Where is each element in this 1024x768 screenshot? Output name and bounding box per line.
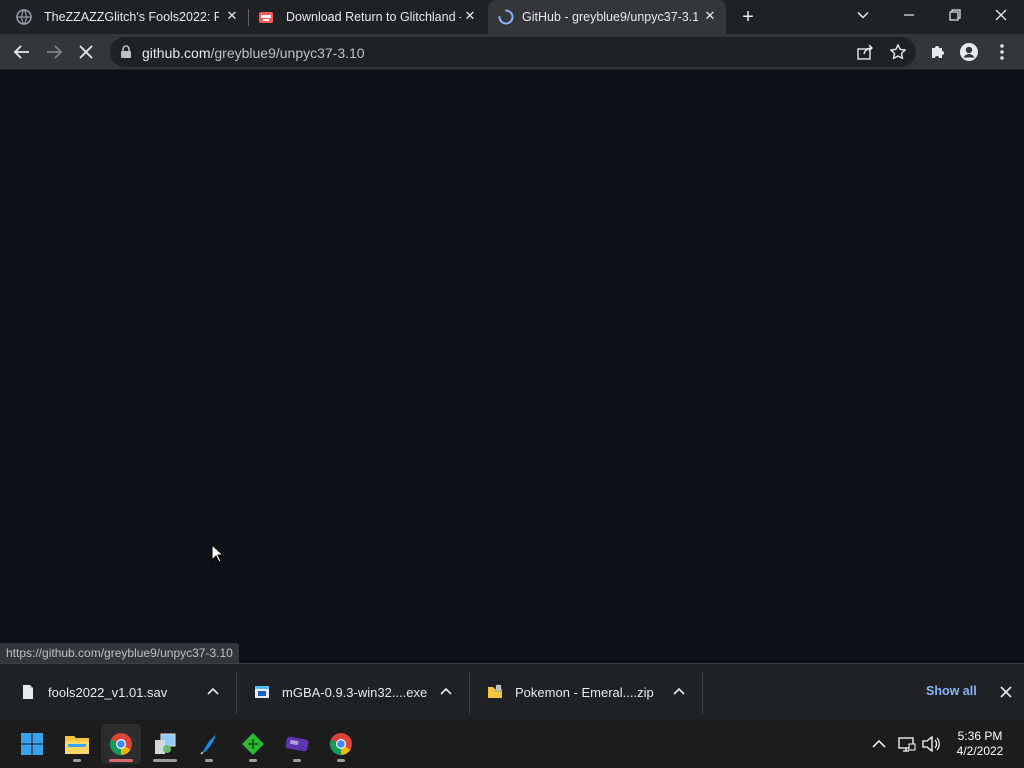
minimize-icon: [904, 14, 914, 16]
tab-title: TheZZAZZGlitch's Fools2022: Ret: [44, 10, 219, 24]
globe-icon: [16, 9, 32, 25]
file-icon: [23, 685, 33, 699]
tab-close-icon[interactable]: ✕: [462, 8, 478, 24]
tab-close-icon[interactable]: ✕: [702, 8, 718, 24]
extensions-puzzle-icon[interactable]: [928, 42, 948, 62]
download-filename: mGBA-0.9.3-win32....exe: [282, 685, 428, 700]
url-path: /greyblue9/unpyc37-3.10: [210, 45, 365, 61]
mouse-cursor-icon: [211, 544, 223, 563]
loading-spinner-icon: [498, 9, 514, 25]
taskbar-purple-app[interactable]: [277, 724, 317, 764]
taskbar-file-explorer[interactable]: [57, 724, 97, 764]
running-indicator: [153, 759, 177, 762]
tab-fools2022[interactable]: TheZZAZZGlitch's Fools2022: Ret ✕: [8, 0, 246, 34]
network-icon[interactable]: [897, 734, 917, 754]
close-window-button[interactable]: [978, 0, 1024, 30]
show-all-downloads-link[interactable]: Show all: [926, 684, 977, 698]
lock-icon[interactable]: [120, 45, 132, 59]
url-text[interactable]: github.com/greyblue9/unpyc37-3.10: [142, 45, 365, 61]
new-tab-button[interactable]: +: [737, 6, 759, 28]
pen-app-icon: [200, 735, 216, 755]
tab-title: GitHub - greyblue9/unpyc37-3.10: [522, 10, 698, 24]
active-indicator: [109, 759, 133, 762]
arrow-left-icon: [13, 45, 29, 59]
close-icon[interactable]: [998, 684, 1014, 700]
download-item[interactable]: mGBA-0.9.3-win32....exe: [234, 672, 470, 712]
address-bar[interactable]: github.com/greyblue9/unpyc37-3.10: [110, 37, 916, 67]
close-icon: [995, 9, 1007, 21]
download-shelf: fools2022_v1.01.sav mGBA-0.9.3-win32....…: [0, 663, 1024, 720]
close-icon: [79, 45, 93, 59]
taskbar-pen-app[interactable]: [189, 724, 229, 764]
running-indicator: [205, 759, 213, 762]
windows-taskbar: 5:36 PM 4/2/2022: [0, 720, 1024, 768]
running-indicator: [249, 759, 257, 762]
running-indicator: [337, 759, 345, 762]
clock-date: 4/2/2022: [956, 744, 1004, 758]
tab-github-unpyc[interactable]: GitHub - greyblue9/unpyc37-3.10 ✕: [488, 0, 726, 34]
download-divider: [702, 672, 703, 714]
taskbar-control-panel[interactable]: [145, 724, 185, 764]
share-icon[interactable]: [856, 43, 874, 61]
chevron-up-icon[interactable]: [438, 684, 454, 700]
purple-app-icon: [285, 736, 309, 752]
taskbar-chrome[interactable]: [101, 724, 141, 764]
forward-button[interactable]: [41, 39, 67, 65]
taskbar-green-app[interactable]: [233, 724, 273, 764]
system-clock[interactable]: 5:36 PM 4/2/2022: [948, 729, 1012, 759]
file-explorer-icon: [65, 736, 89, 754]
browser-toolbar: github.com/greyblue9/unpyc37-3.10: [0, 34, 1024, 70]
tab-divider: [248, 9, 249, 26]
chevron-up-icon[interactable]: [869, 734, 889, 754]
status-bubble-url: https://github.com/greyblue9/unpyc37-3.1…: [0, 643, 239, 663]
chevron-down-icon: [857, 11, 869, 19]
tab-close-icon[interactable]: ✕: [224, 8, 240, 24]
back-button[interactable]: [9, 39, 35, 65]
download-item[interactable]: Pokemon - Emeral....zip: [467, 672, 703, 712]
minimize-button[interactable]: [886, 0, 932, 30]
profile-avatar-icon[interactable]: [959, 42, 979, 62]
installer-icon: [255, 686, 269, 698]
download-item[interactable]: fools2022_v1.01.sav: [0, 672, 236, 712]
chrome-icon: [110, 733, 132, 755]
start-button[interactable]: [12, 724, 52, 764]
restore-icon: [949, 9, 961, 21]
running-indicator: [293, 759, 301, 762]
tab-title: Download Return to Glitchland -: [286, 10, 461, 24]
chevron-up-icon[interactable]: [205, 684, 221, 700]
page-content[interactable]: [0, 71, 1024, 663]
chrome-icon: [330, 733, 352, 755]
itch-io-icon: [259, 12, 273, 23]
download-filename: Pokemon - Emeral....zip: [515, 685, 654, 700]
tab-search-button[interactable]: [840, 0, 886, 30]
running-indicator: [73, 759, 81, 762]
zip-folder-icon: [488, 684, 502, 698]
windows-start-icon: [21, 733, 43, 755]
volume-icon[interactable]: [921, 734, 941, 754]
stop-loading-button[interactable]: [73, 39, 99, 65]
tab-return-to-glitchland[interactable]: Download Return to Glitchland - ✕: [250, 0, 486, 34]
restore-button[interactable]: [932, 0, 978, 30]
url-host: github.com: [142, 45, 211, 61]
chevron-up-icon[interactable]: [671, 684, 687, 700]
taskbar-chrome-2[interactable]: [321, 724, 361, 764]
download-filename: fools2022_v1.01.sav: [48, 685, 168, 700]
bookmark-star-icon[interactable]: [889, 43, 907, 61]
green-diamond-app-icon: [242, 733, 264, 755]
clock-time: 5:36 PM: [957, 729, 1003, 743]
arrow-right-icon: [47, 45, 63, 59]
more-menu-icon[interactable]: [992, 42, 1012, 62]
tab-strip: TheZZAZZGlitch's Fools2022: Ret ✕ Downlo…: [0, 0, 1024, 34]
control-panel-icon: [155, 733, 176, 754]
